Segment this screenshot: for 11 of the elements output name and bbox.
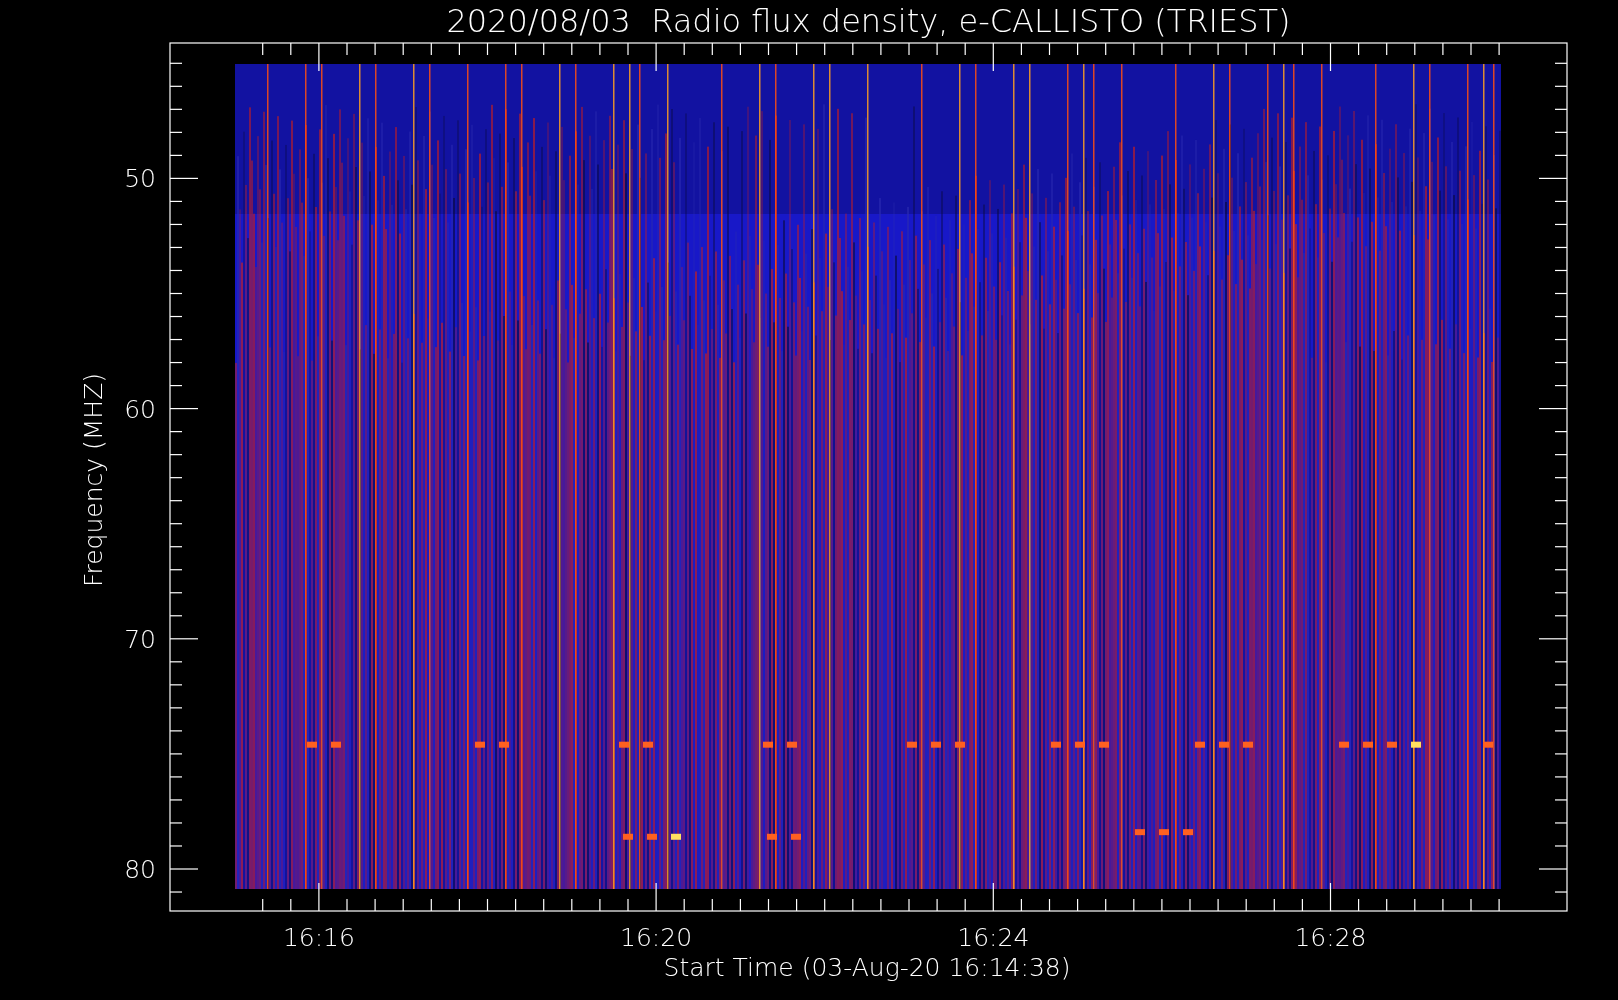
tick-label: 50 <box>124 164 156 194</box>
axis-label: Frequency (MHZ) <box>79 372 108 588</box>
axis-label: Start Time (03-Aug-20 16:14:38) <box>663 953 1071 982</box>
tick-label: 16:16 <box>282 923 355 952</box>
tick-label: 70 <box>124 624 156 654</box>
tick-label: 16:28 <box>1294 923 1367 952</box>
tick-label: 60 <box>124 394 156 424</box>
tick-label: 80 <box>124 855 156 884</box>
tick-label: 16:20 <box>620 923 693 952</box>
chart-title: 2020/08/03 Radio flux density, e-CALLISTO (TRIEST) <box>446 2 1291 40</box>
tick-label: 16:24 <box>957 923 1030 952</box>
